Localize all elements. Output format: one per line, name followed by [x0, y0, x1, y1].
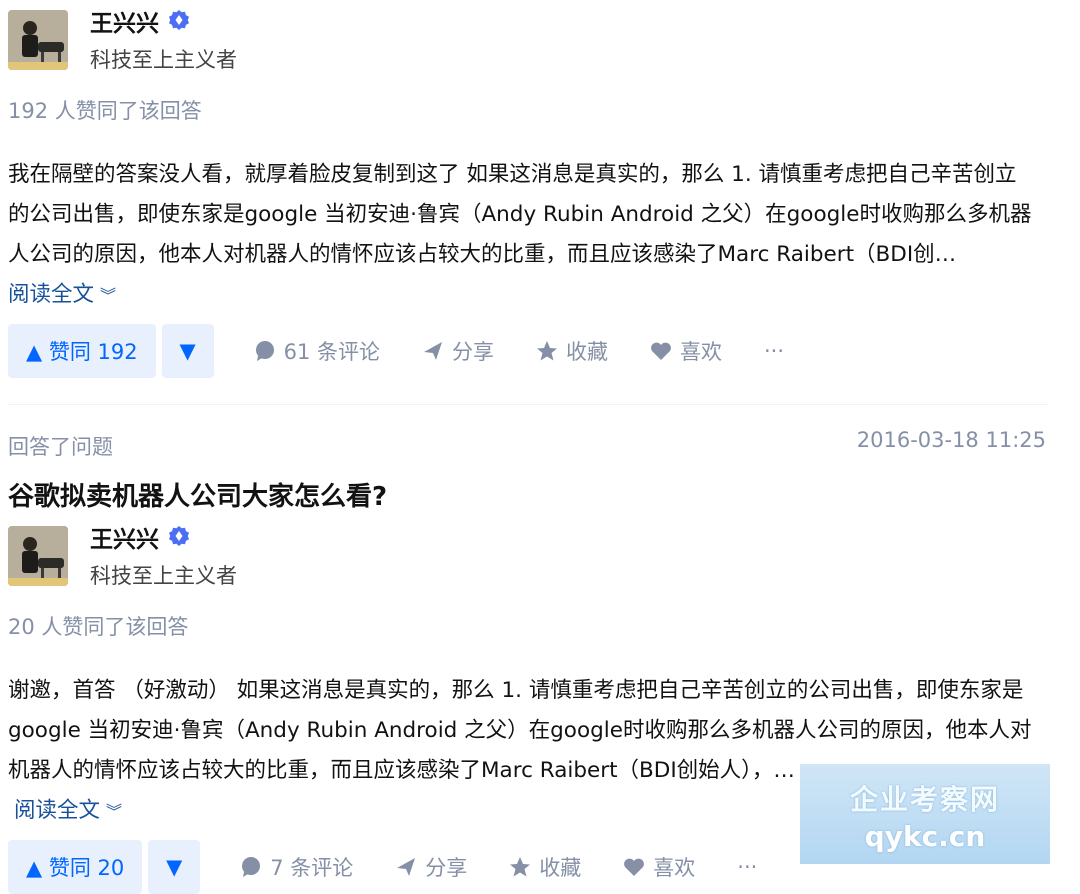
- star-icon: [510, 857, 531, 877]
- avatar[interactable]: [8, 526, 68, 586]
- share-icon: [424, 342, 442, 360]
- read-more-label: 阅读全文: [8, 282, 95, 307]
- upvote-button[interactable]: ▲ 赞同 20: [8, 840, 143, 894]
- like-label: 喜欢: [680, 340, 722, 364]
- answer-excerpt[interactable]: 我在隔壁的答案没人看，就厚着脸皮复制到这了 如果这消息是真实的，那么 1. 请慎…: [8, 155, 1038, 316]
- read-more-link[interactable]: 阅读全文 ︾: [8, 282, 116, 307]
- collect-label: 收藏: [566, 340, 608, 364]
- like-button[interactable]: 喜欢: [623, 852, 695, 882]
- read-more-label: 阅读全文: [14, 798, 101, 823]
- read-more-link[interactable]: 阅读全文 ︾: [14, 798, 122, 823]
- activity-timestamp: 2016-03-18 11:25: [856, 428, 1046, 452]
- like-button[interactable]: 喜欢: [650, 336, 722, 366]
- comments-button[interactable]: 61 条评论: [254, 336, 380, 366]
- share-label: 分享: [452, 340, 494, 364]
- upvote-button[interactable]: ▲ 赞同 192: [8, 324, 156, 378]
- chevron-down-icon: ︾: [106, 802, 123, 821]
- author-block: 王兴兴 科技至上主义者: [8, 10, 237, 74]
- activity-label: 回答了问题: [8, 435, 113, 459]
- author-headline: 科技至上主义者: [90, 564, 237, 588]
- author-name[interactable]: 王兴兴: [90, 520, 237, 554]
- downvote-button[interactable]: ▼: [161, 324, 214, 378]
- more-button[interactable]: ···: [764, 339, 784, 363]
- author-name[interactable]: 王兴兴: [90, 4, 237, 38]
- downvote-button[interactable]: ▼: [148, 840, 201, 894]
- collect-button[interactable]: 收藏: [536, 336, 608, 366]
- heart-icon: [651, 342, 671, 360]
- more-button[interactable]: ···: [737, 855, 757, 879]
- watermark: 企业考察网 qykc.cn: [800, 764, 1050, 864]
- votes-summary: 20 人赞同了该回答: [8, 615, 189, 639]
- share-button[interactable]: 分享: [395, 852, 467, 882]
- share-label: 分享: [425, 856, 468, 880]
- star-icon: [537, 341, 557, 361]
- verified-badge-icon: [169, 526, 189, 546]
- like-label: 喜欢: [653, 856, 696, 880]
- chevron-down-icon: ︾: [100, 286, 117, 305]
- action-bar: ▲ 赞同 20 ▼ 7 条评论 分享 收藏 喜欢 ···: [8, 840, 757, 894]
- answer-excerpt-text: 我在隔壁的答案没人看，就厚着脸皮复制到这了 如果这消息是真实的，那么 1. 请慎…: [8, 162, 1032, 267]
- author-name-text[interactable]: 王兴兴: [90, 520, 159, 554]
- comments-button[interactable]: 7 条评论: [240, 852, 353, 882]
- author-name-text[interactable]: 王兴兴: [90, 4, 159, 38]
- collect-label: 收藏: [539, 856, 582, 880]
- author-headline: 科技至上主义者: [90, 48, 237, 72]
- comment-icon: [242, 857, 261, 877]
- share-button[interactable]: 分享: [422, 336, 494, 366]
- comment-icon: [255, 341, 274, 361]
- share-icon: [397, 858, 416, 876]
- votes-summary: 192 人赞同了该回答: [8, 99, 202, 123]
- collect-button[interactable]: 收藏: [509, 852, 581, 882]
- action-bar: ▲ 赞同 192 ▼ 61 条评论 分享 收藏 喜欢 ···: [8, 324, 784, 378]
- watermark-title: 企业考察网: [849, 783, 1000, 816]
- divider: [8, 404, 1048, 405]
- avatar[interactable]: [8, 10, 68, 70]
- question-title[interactable]: 谷歌拟卖机器人公司大家怎么看?: [8, 476, 387, 513]
- comments-label: 61 条评论: [283, 340, 380, 364]
- heart-icon: [624, 858, 645, 876]
- verified-badge-icon: [169, 10, 189, 30]
- watermark-url: qykc.cn: [864, 820, 986, 853]
- comments-label: 7 条评论: [270, 856, 354, 880]
- author-block: 王兴兴 科技至上主义者: [8, 526, 237, 590]
